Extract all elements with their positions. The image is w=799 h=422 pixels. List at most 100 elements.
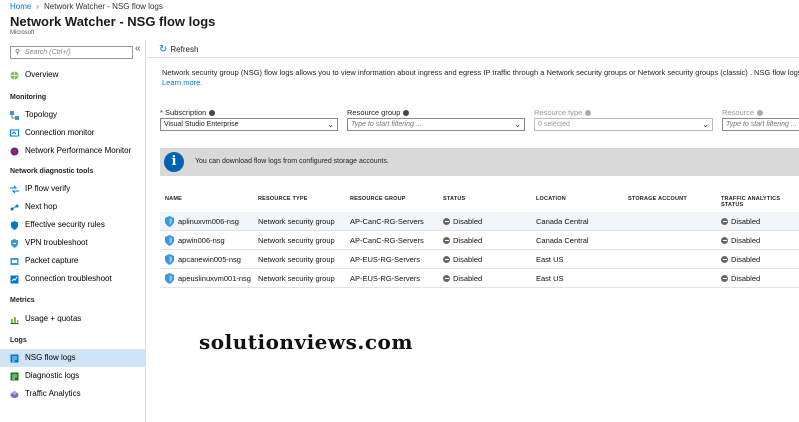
- status-text: Disabled: [453, 255, 483, 264]
- info-icon: [403, 110, 410, 117]
- traffic-status-text: Disabled: [731, 236, 761, 245]
- page-subtitle: Microsoft: [10, 30, 35, 36]
- collapse-sidebar-icon[interactable]: «: [135, 43, 141, 54]
- disabled-icon: [721, 256, 728, 263]
- cell-location: East US: [536, 255, 564, 264]
- vpn-icon: [11, 239, 18, 248]
- main-content: ↻ Refresh Network security group (NSG) fl…: [147, 40, 799, 422]
- disabled-icon: [443, 218, 450, 225]
- cell-resource-group: AP-EUS-RG-Servers: [350, 255, 421, 264]
- traffic-status-text: Disabled: [731, 255, 761, 264]
- info-icon: [209, 110, 216, 117]
- column-header-status[interactable]: STATUS: [443, 196, 465, 202]
- section-monitoring: Monitoring: [10, 94, 47, 101]
- sidebar-item-label: IP flow verify: [25, 184, 71, 193]
- subscription-value: Visual Studio Enterprise: [164, 121, 239, 128]
- cell-resource-group: AP-CanC-RG-Servers: [350, 236, 424, 245]
- cell-name[interactable]: apeuslinuxvm001-nsg: [178, 274, 251, 283]
- sidebar-item-label: Overview: [25, 70, 59, 79]
- cell-traffic-analytics: Disabled: [721, 217, 760, 226]
- cell-resource-group: AP-CanC-RG-Servers: [350, 217, 424, 226]
- disabled-icon: [721, 218, 728, 225]
- resource-group-dropdown[interactable]: Type to start filtering ... ⌄: [347, 118, 525, 131]
- sidebar-item-traffic-analytics[interactable]: Traffic Analytics: [0, 385, 145, 403]
- nsg-shield-icon: [165, 216, 174, 227]
- sidebar-item-connection-troubleshoot[interactable]: Connection troubleshoot: [0, 270, 145, 288]
- packet-capture-icon: [10, 258, 19, 265]
- resource-dropdown[interactable]: Type to start filtering ...: [722, 118, 799, 131]
- resource-group-label-text: Resource group: [347, 108, 401, 117]
- column-header-name[interactable]: NAME: [165, 196, 182, 202]
- resource-group-label: Resource group: [347, 108, 410, 117]
- resource-placeholder: Type to start filtering ...: [726, 121, 797, 128]
- cell-resource-group: AP-EUS-RG-Servers: [350, 274, 421, 283]
- disabled-icon: [443, 275, 450, 282]
- status-text: Disabled: [453, 274, 483, 283]
- nsg-flow-logs-icon: [10, 354, 19, 363]
- sidebar-item-label: Next hop: [25, 202, 58, 211]
- table-row[interactable]: apwin006-nsg Network security group AP-C…: [160, 231, 799, 250]
- sidebar-item-effective-rules[interactable]: Effective security rules: [0, 216, 145, 234]
- resource-type-value: 0 selected: [538, 121, 570, 128]
- sidebar-item-packet-capture[interactable]: Packet capture: [0, 252, 145, 270]
- cell-name[interactable]: aplinuxvm006-nsg: [178, 217, 239, 226]
- table-row[interactable]: apeuslinuxvm001-nsg Network security gro…: [160, 269, 799, 288]
- learn-more-link[interactable]: Learn more.: [162, 78, 202, 87]
- diagnostic-logs-icon: [10, 372, 19, 381]
- sidebar-item-usage-quotas[interactable]: Usage + quotas: [0, 310, 145, 328]
- subscription-dropdown[interactable]: Visual Studio Enterprise ⌄: [160, 118, 338, 131]
- breadcrumb: Home › Network Watcher - NSG flow logs: [0, 0, 799, 14]
- resource-type-label: Resource type: [534, 108, 592, 117]
- sidebar-item-diagnostic-logs[interactable]: Diagnostic logs: [0, 367, 145, 385]
- refresh-button[interactable]: ↻ Refresh: [159, 44, 198, 55]
- cell-name[interactable]: apcanewin005-nsg: [178, 255, 241, 264]
- section-metrics: Metrics: [10, 297, 35, 304]
- info-banner: i You can download flow logs from config…: [160, 148, 799, 176]
- sidebar-item-label: Connection monitor: [25, 128, 95, 137]
- sidebar-item-nsg-flow-logs[interactable]: NSG flow logs: [0, 349, 145, 367]
- sidebar-item-vpn[interactable]: VPN troubleshoot: [0, 234, 145, 252]
- banner-text: You can download flow logs from configur…: [195, 158, 389, 165]
- sidebar-item-ip-flow[interactable]: IP flow verify: [0, 180, 145, 198]
- status-text: Disabled: [453, 217, 483, 226]
- sidebar-item-label: Usage + quotas: [25, 314, 82, 323]
- search-input[interactable]: ⚲ Search (Ctrl+/): [10, 46, 133, 59]
- cell-resource-type: Network security group: [258, 255, 335, 264]
- info-circle-icon: i: [164, 152, 184, 172]
- toolbar: ↻ Refresh: [147, 40, 799, 58]
- column-header-location[interactable]: LOCATION: [536, 196, 566, 202]
- disabled-icon: [443, 237, 450, 244]
- ip-flow-icon: [10, 185, 19, 194]
- sidebar-item-overview[interactable]: Overview: [0, 66, 145, 84]
- sidebar-item-npm[interactable]: Network Performance Monitor: [0, 142, 145, 160]
- breadcrumb-home-link[interactable]: Home: [10, 2, 31, 11]
- cell-name[interactable]: apwin006-nsg: [178, 236, 225, 245]
- performance-monitor-icon: [10, 147, 19, 156]
- column-header-resource-type[interactable]: RESOURCE TYPE: [258, 196, 308, 202]
- resource-label-text: Resource: [722, 108, 755, 117]
- table-row[interactable]: aplinuxvm006-nsg Network security group …: [160, 212, 799, 231]
- cell-status: Disabled: [443, 255, 482, 264]
- sidebar-item-topology[interactable]: Topology: [0, 106, 145, 124]
- column-header-storage-account[interactable]: STORAGE ACCOUNT: [628, 196, 687, 202]
- info-icon: [585, 110, 592, 117]
- table-row[interactable]: apcanewin005-nsg Network security group …: [160, 250, 799, 269]
- usage-quotas-icon: [10, 317, 19, 324]
- resource-type-dropdown[interactable]: 0 selected ⌄: [534, 118, 713, 131]
- section-logs: Logs: [10, 337, 27, 344]
- traffic-analytics-icon: [10, 391, 19, 398]
- sidebar-item-next-hop[interactable]: Next hop: [0, 198, 145, 216]
- sidebar: ⚲ Search (Ctrl+/) « Overview Monitoring T…: [0, 40, 146, 422]
- disabled-icon: [443, 256, 450, 263]
- chevron-right-icon: ›: [36, 2, 40, 11]
- column-header-traffic-analytics-status[interactable]: TRAFFIC ANALYTICS STATUS: [721, 196, 799, 208]
- column-header-resource-group[interactable]: RESOURCE GROUP: [350, 196, 406, 202]
- refresh-label: Refresh: [170, 45, 199, 54]
- sidebar-item-label: NSG flow logs: [25, 353, 76, 362]
- nsg-shield-icon: [165, 235, 174, 246]
- cell-resource-type: Network security group: [258, 236, 335, 245]
- globe-icon: [10, 71, 19, 80]
- info-icon: [757, 110, 764, 117]
- sidebar-item-label: Effective security rules: [25, 220, 105, 229]
- sidebar-item-connection-monitor[interactable]: Connection monitor: [0, 124, 145, 142]
